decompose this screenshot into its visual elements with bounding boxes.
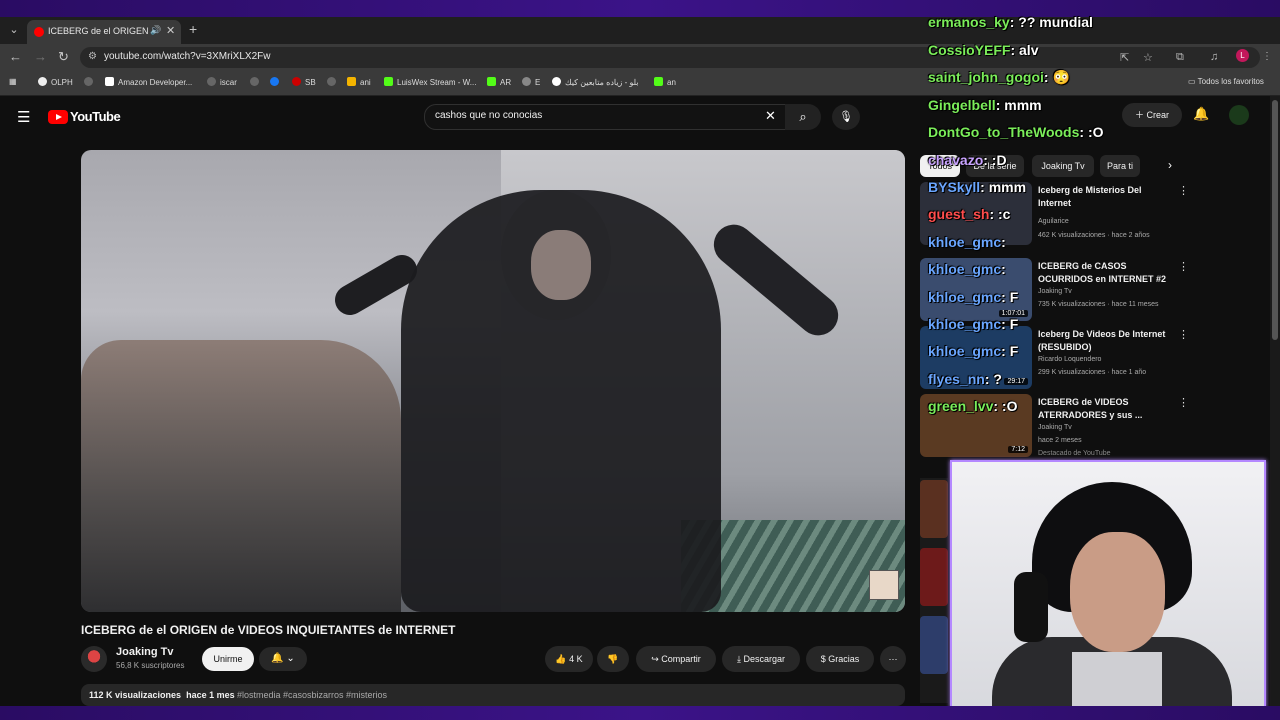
forward-icon[interactable]: → bbox=[34, 49, 47, 64]
chat-message: khloe_gmc: bbox=[928, 261, 1006, 277]
page-scrollbar[interactable] bbox=[1270, 96, 1280, 706]
chat-message: green_lvv: :O bbox=[928, 398, 1018, 414]
chat-message: flyes_nn: ? bbox=[928, 371, 1002, 387]
browser-tab[interactable]: ICEBERG de el ORIGEN de V 🔊 ✕ bbox=[27, 20, 181, 44]
bookmark-sb[interactable]: SB bbox=[292, 77, 316, 87]
bookmark-olph[interactable]: OLPH bbox=[38, 77, 73, 87]
view-count: 112 K visualizaciones hace 1 mes bbox=[89, 690, 235, 700]
account-avatar[interactable] bbox=[1229, 105, 1249, 125]
dislike-button[interactable]: 👎 bbox=[597, 646, 629, 672]
bookmark-globe-2[interactable] bbox=[250, 77, 263, 87]
chat-message: DontGo_to_TheWoods: :O bbox=[928, 124, 1104, 140]
chat-message: BYSkyll: mmm bbox=[928, 179, 1027, 195]
share-button[interactable]: ↪ Compartir bbox=[636, 646, 716, 672]
voice-search-icon[interactable]: 🎙 bbox=[832, 104, 860, 130]
chat-message: khloe_gmc: bbox=[928, 234, 1006, 250]
youtube-logo[interactable]: YouTube bbox=[48, 108, 121, 124]
bookmark-arabic[interactable]: بلو - زياده متابعين كيك bbox=[552, 77, 639, 87]
create-button[interactable]: ＋ Crear bbox=[1122, 103, 1182, 127]
chat-message: khloe_gmc: F bbox=[928, 316, 1019, 332]
all-bookmarks[interactable]: ▭ Todos los favoritos bbox=[1188, 77, 1264, 86]
bookmark-luiswex[interactable]: LuisWex Stream - W... bbox=[384, 77, 476, 87]
close-tab-icon[interactable]: ✕ bbox=[166, 24, 175, 37]
rec-more-icon[interactable]: ⋮ bbox=[1178, 184, 1189, 197]
audio-playing-icon[interactable]: 🔊 bbox=[150, 25, 161, 36]
bookmark-ani[interactable]: ani bbox=[347, 77, 371, 87]
install-icon[interactable]: ⇱ bbox=[1120, 51, 1129, 64]
channel-avatar[interactable] bbox=[81, 646, 107, 672]
profile-avatar[interactable]: L bbox=[1236, 49, 1249, 62]
rec-more-icon[interactable]: ⋮ bbox=[1178, 260, 1189, 273]
hashtags[interactable]: #lostmedia #casosbizarros #misterios bbox=[237, 690, 387, 700]
streamer-webcam bbox=[950, 460, 1266, 708]
chip-for-you[interactable]: Para ti bbox=[1100, 155, 1140, 177]
download-button[interactable]: ⤓ Descargar bbox=[722, 646, 800, 672]
omnibox[interactable]: ⚙ youtube.com/watch?v=3XMriXLX2Fw ⇱ ☆ ⧉ … bbox=[80, 47, 1260, 68]
chip-channel[interactable]: Joaking Tv bbox=[1032, 155, 1094, 177]
tab-title: ICEBERG de el ORIGEN de V bbox=[48, 26, 148, 36]
chat-message: khloe_gmc: F bbox=[928, 343, 1019, 359]
rec-badge: Destacado de YouTube bbox=[1038, 450, 1111, 457]
address-bar-row: ← → ↻ ⚙ youtube.com/watch?v=3XMriXLX2Fw … bbox=[0, 44, 1280, 71]
shorts-thumbnail[interactable] bbox=[920, 616, 948, 674]
chat-message: ermanos_ky: ?? mundial bbox=[928, 14, 1093, 30]
bookmark-e[interactable]: E bbox=[522, 77, 540, 87]
apps-icon[interactable]: ▦ bbox=[9, 77, 17, 86]
thanks-button[interactable]: $ Gracias bbox=[806, 646, 874, 672]
notifications-icon[interactable]: 🔔 bbox=[1193, 106, 1209, 122]
youtube-play-icon bbox=[48, 109, 68, 124]
subscription-bell-button[interactable]: 🔔 ⌄ bbox=[259, 647, 307, 671]
bookmark-iscar[interactable]: iscar bbox=[207, 77, 237, 87]
description-box[interactable]: 112 K visualizaciones hace 1 mes #lostme… bbox=[81, 684, 905, 706]
chips-next-icon[interactable]: › bbox=[1168, 158, 1172, 172]
bookmark-globe[interactable] bbox=[84, 77, 97, 87]
channel-name[interactable]: Joaking Tv bbox=[116, 646, 173, 658]
rec-more-icon[interactable]: ⋮ bbox=[1178, 396, 1189, 409]
chat-message: guest_sh: :c bbox=[928, 206, 1011, 222]
headphones bbox=[1014, 572, 1048, 642]
bookmark-star-icon[interactable]: ☆ bbox=[1143, 51, 1153, 64]
video-overlay-thumbnail bbox=[869, 570, 899, 600]
video-title: ICEBERG de el ORIGEN de VIDEOS INQUIETAN… bbox=[81, 623, 456, 637]
media-icon[interactable]: ♫ bbox=[1210, 51, 1218, 63]
search-button[interactable]: ⌕ bbox=[785, 104, 821, 130]
bookmark-ar[interactable]: AR bbox=[487, 77, 511, 87]
new-tab-button[interactable]: + bbox=[189, 21, 197, 37]
shorts-thumbnail[interactable] bbox=[920, 480, 948, 538]
menu-icon[interactable]: ☰ bbox=[17, 108, 30, 126]
tab-search-icon[interactable]: ⌄ bbox=[6, 22, 22, 38]
browser-menu-icon[interactable]: ⋮ bbox=[1262, 51, 1272, 62]
more-actions-button[interactable]: ⋯ bbox=[880, 646, 906, 672]
extensions-icon[interactable]: ⧉ bbox=[1176, 51, 1184, 64]
youtube-favicon-icon bbox=[34, 27, 44, 37]
bookmark-globe-3[interactable] bbox=[327, 77, 340, 87]
chat-message: khloe_gmc: F bbox=[928, 289, 1019, 305]
subscriber-count: 56,8 K suscriptores bbox=[116, 661, 185, 670]
search-input[interactable]: cashos que no conocias ✕ bbox=[424, 104, 786, 130]
chat-message: saint_john_gogoi: 😳 bbox=[928, 69, 1070, 85]
back-icon[interactable]: ← bbox=[9, 49, 22, 64]
bookmark-an[interactable]: an bbox=[654, 77, 676, 87]
like-button[interactable]: 👍 4 K bbox=[545, 646, 593, 672]
url-text[interactable]: youtube.com/watch?v=3XMriXLX2Fw bbox=[104, 51, 270, 62]
reload-icon[interactable]: ↻ bbox=[58, 49, 69, 65]
video-player[interactable] bbox=[81, 150, 905, 612]
clear-search-icon[interactable]: ✕ bbox=[765, 108, 776, 124]
site-info-icon[interactable]: ⚙ bbox=[88, 51, 97, 62]
bookmark-facebook[interactable] bbox=[270, 77, 283, 87]
bookmark-amazon[interactable]: Amazon Developer... bbox=[105, 77, 192, 87]
stream-frame-bottom bbox=[0, 706, 1280, 720]
rec-more-icon[interactable]: ⋮ bbox=[1178, 328, 1189, 341]
shorts-thumbnails bbox=[920, 478, 948, 703]
chat-message: chavazo: :D bbox=[928, 152, 1007, 168]
chat-message: CossioYEFF: alv bbox=[928, 42, 1039, 58]
shorts-thumbnail[interactable] bbox=[920, 548, 948, 606]
search-query[interactable]: cashos que no conocias bbox=[435, 110, 542, 121]
bookmarks-bar: ▦ OLPH Amazon Developer... iscar SB ani … bbox=[0, 71, 1280, 96]
join-button[interactable]: Unirme bbox=[202, 647, 254, 671]
chat-message: Gingelbell: mmm bbox=[928, 97, 1042, 113]
